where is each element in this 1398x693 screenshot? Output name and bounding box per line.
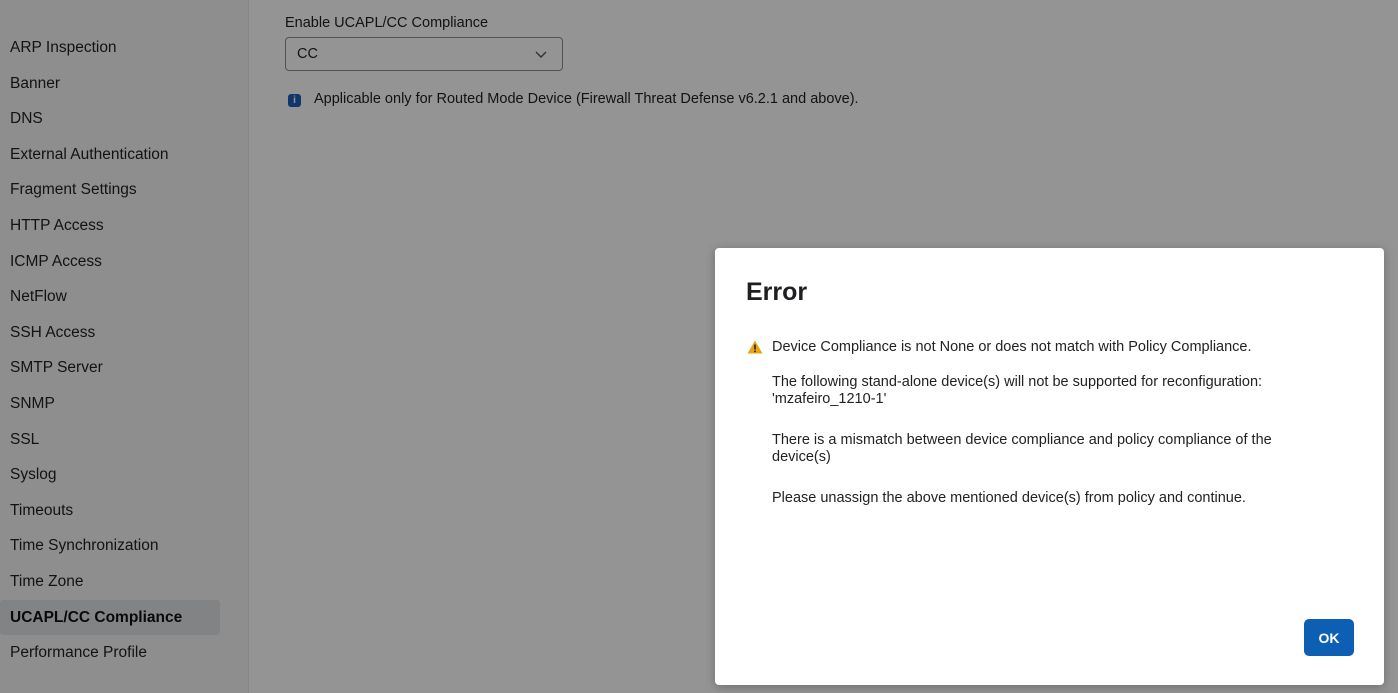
dialog-paragraph-instruction: Please unassign the above mentioned devi… xyxy=(772,490,1246,506)
dialog-paragraph-devices: The following stand-alone device(s) will… xyxy=(772,374,1362,408)
error-dialog: Error Device Compliance is not None or d… xyxy=(715,248,1384,685)
paragraph1-line1: The following stand-alone device(s) will… xyxy=(772,374,1263,390)
warning-message: Device Compliance is not None or does no… xyxy=(747,339,1252,355)
warning-text: Device Compliance is not None or does no… xyxy=(772,339,1252,355)
ok-button[interactable]: OK xyxy=(1304,619,1354,656)
paragraph2-line2: device(s) xyxy=(772,449,831,465)
dialog-paragraph-mismatch: There is a mismatch between device compl… xyxy=(772,432,1362,466)
warning-triangle-icon xyxy=(747,340,763,354)
device-name: 'mzafeiro_1210-1' xyxy=(772,391,887,407)
paragraph2-line1: There is a mismatch between device compl… xyxy=(772,432,1272,448)
dialog-title: Error xyxy=(746,278,808,306)
